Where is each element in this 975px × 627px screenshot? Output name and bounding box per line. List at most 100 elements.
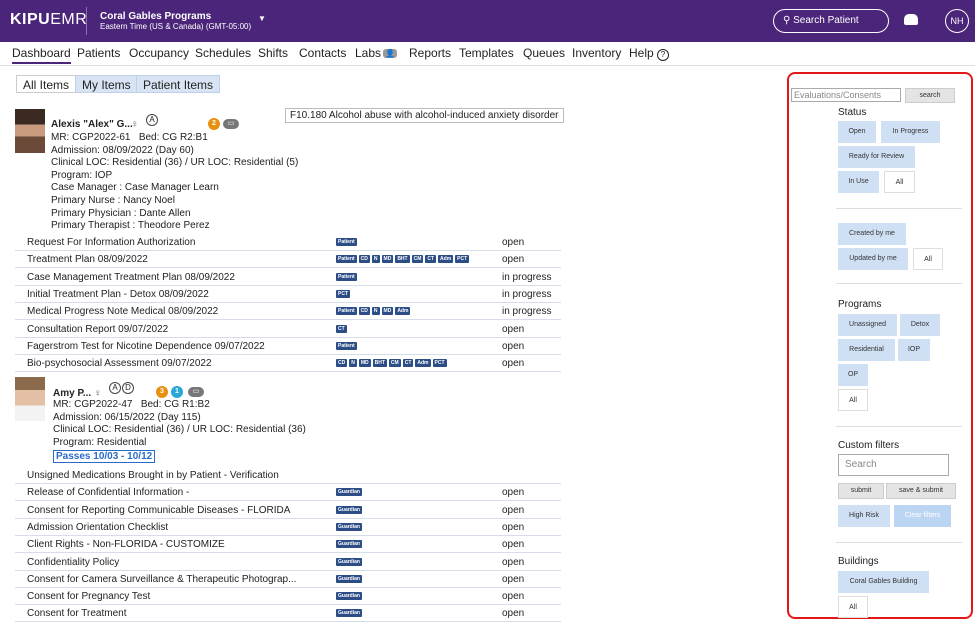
role-tag: CM [411, 255, 424, 264]
document-name[interactable]: Case Management Treatment Plan 08/09/202… [27, 272, 235, 283]
status-heading: Status [838, 107, 867, 118]
document-name[interactable]: Client Rights - Non-FLORIDA - CUSTOMIZE [27, 539, 225, 550]
filter-detox[interactable]: Detox [900, 314, 940, 336]
allergy-a-icon[interactable]: A [146, 114, 158, 126]
document-name[interactable]: Consent for Treatment [27, 608, 127, 619]
filter-status-all[interactable]: All [884, 171, 915, 193]
filter-updated-by-me[interactable]: Updated by me [838, 248, 908, 270]
search-button[interactable]: search [905, 88, 955, 103]
document-name[interactable]: Confidentiality Policy [27, 557, 119, 568]
nav-reports[interactable]: Reports [409, 46, 451, 60]
passes-link[interactable]: Passes 10/03 - 10/12 [53, 450, 156, 463]
submit-button[interactable]: submit [838, 483, 884, 499]
document-row[interactable]: Case Management Treatment Plan 08/09/202… [15, 269, 561, 286]
role-tag: PCT [455, 255, 470, 264]
document-row[interactable]: Confidentiality Policy Guardian open [15, 554, 561, 571]
custom-filter-search-input[interactable]: Search [838, 454, 949, 476]
filter-op[interactable]: OP [838, 364, 868, 386]
document-row[interactable]: Consent for Camera Surveillance & Therap… [15, 571, 561, 588]
filter-residential[interactable]: Residential [838, 339, 895, 361]
patient-photo[interactable] [15, 377, 45, 421]
document-row[interactable]: Request For Information Authorization Pat… [15, 234, 561, 251]
tab-all-items[interactable]: All Items [16, 75, 77, 93]
kipu-logo[interactable]: KIPUEMR [10, 11, 87, 29]
filter-programs-all[interactable]: All [838, 389, 868, 411]
document-name[interactable]: Consent for Camera Surveillance & Therap… [27, 574, 296, 585]
alert-count-badge[interactable]: 2 [208, 118, 220, 130]
document-row[interactable]: Fagerstrom Test for Nicotine Dependence … [15, 338, 561, 355]
nav-dashboard[interactable]: Dashboard [12, 46, 71, 64]
document-name[interactable]: Request For Information Authorization [27, 237, 195, 248]
nav-labs[interactable]: Labs 👤 [355, 46, 397, 60]
search-patient-button[interactable]: ⚲ Search Patient [773, 9, 889, 33]
gender-female-icon: ♀ [131, 119, 139, 130]
document-status: open [502, 504, 525, 516]
role-tag: Guardian [336, 592, 362, 601]
document-row[interactable]: Initial Treatment Plan - Detox 08/09/202… [15, 286, 561, 303]
nav-queues[interactable]: Queues [523, 46, 565, 60]
document-name[interactable]: Initial Treatment Plan - Detox 08/09/202… [27, 289, 209, 300]
patient-photo[interactable] [15, 109, 45, 153]
role-tag: Patient [336, 272, 357, 281]
document-row[interactable]: Bio-psychosocial Assessment 09/07/2022 CD… [15, 355, 561, 373]
document-name[interactable]: Unsigned Medications Brought in by Patie… [27, 470, 279, 481]
document-row[interactable]: Consent for Reporting Communicable Disea… [15, 502, 561, 519]
notification-bell-icon[interactable] [904, 14, 918, 25]
nav-occupancy[interactable]: Occupancy [129, 46, 189, 60]
filter-coral-gables-building[interactable]: Coral Gables Building [838, 571, 929, 593]
document-name[interactable]: Consultation Report 09/07/2022 [27, 324, 168, 335]
filter-high-risk[interactable]: High Risk [838, 505, 890, 527]
nav-shifts[interactable]: Shifts [258, 46, 288, 60]
nav-templates[interactable]: Templates [459, 46, 514, 60]
info-count-badge[interactable]: 1 [171, 386, 183, 398]
document-name[interactable]: Admission Orientation Checklist [27, 522, 168, 533]
save-submit-button[interactable]: save & submit [886, 483, 956, 499]
patient-name[interactable]: Alexis "Alex" G... [51, 119, 133, 130]
document-name[interactable]: Consent for Pregnancy Test [27, 591, 150, 602]
filter-ready-for-review[interactable]: Ready for Review [838, 146, 915, 168]
nav-inventory[interactable]: Inventory [572, 46, 621, 60]
document-name[interactable]: Medical Progress Note Medical 08/09/2022 [27, 306, 218, 317]
document-row[interactable]: Client Rights - Non-FLORIDA - CUSTOMIZE G… [15, 536, 561, 554]
filter-in-progress[interactable]: In Progress [881, 121, 940, 143]
filter-open[interactable]: Open [838, 121, 876, 143]
program-title[interactable]: Coral Gables Programs [100, 11, 211, 22]
document-row[interactable]: Unsigned Medications Brought in by Patie… [15, 467, 561, 484]
document-row[interactable]: Medical Progress Note Medical 08/09/2022… [15, 303, 561, 321]
tab-my-items[interactable]: My Items [75, 75, 138, 93]
message-icon[interactable]: ▭ [188, 387, 204, 397]
document-row[interactable]: Release of Confidential Information - Gua… [15, 484, 561, 502]
allergy-a-icon[interactable]: A [109, 382, 121, 394]
document-name[interactable]: Fagerstrom Test for Nicotine Dependence … [27, 341, 265, 352]
tab-patient-items[interactable]: Patient Items [136, 75, 221, 93]
nav-help[interactable]: Help ? [629, 46, 670, 61]
alert-count-badge[interactable]: 3 [156, 386, 168, 398]
document-name[interactable]: Consent for Reporting Communicable Disea… [27, 505, 290, 516]
filter-buildings-all[interactable]: All [838, 596, 868, 618]
filter-in-use[interactable]: In Use [838, 171, 879, 193]
filter-iop[interactable]: IOP [898, 339, 930, 361]
filter-unassigned[interactable]: Unassigned [838, 314, 897, 336]
document-row[interactable]: Consent for Pregnancy Test Guardian open [15, 588, 561, 606]
document-row[interactable]: Admission Orientation Checklist Guardian o… [15, 519, 561, 536]
nav-contacts[interactable]: Contacts [299, 46, 346, 60]
patient-admission: Admission: 06/15/2022 (Day 115) [53, 412, 201, 423]
message-icon[interactable]: ▭ [223, 119, 239, 129]
nav-patients[interactable]: Patients [77, 46, 120, 60]
role-tag: CT [336, 324, 347, 333]
patient-name[interactable]: Amy P... [53, 388, 91, 399]
evaluations-search-input[interactable]: Evaluations/Consents [791, 88, 901, 102]
document-name[interactable]: Release of Confidential Information - [27, 487, 189, 498]
filter-owner-all[interactable]: All [913, 248, 943, 270]
filter-created-by-me[interactable]: Created by me [838, 223, 906, 245]
clear-filters-button[interactable]: Clear filters [894, 505, 951, 527]
diet-d-icon[interactable]: D [122, 382, 134, 394]
user-avatar[interactable]: NH [945, 9, 969, 33]
document-name[interactable]: Treatment Plan 08/09/2022 [27, 254, 148, 265]
nav-schedules[interactable]: Schedules [195, 46, 251, 60]
document-row[interactable]: Consent for Treatment Guardian open [15, 605, 561, 623]
document-row[interactable]: Treatment Plan 08/09/2022 Patient CD N MD BHT… [15, 251, 561, 269]
document-row[interactable]: Consultation Report 09/07/2022 CT open [15, 321, 561, 338]
document-name[interactable]: Bio-psychosocial Assessment 09/07/2022 [27, 358, 212, 369]
chevron-down-icon[interactable]: ▼ [258, 14, 266, 23]
